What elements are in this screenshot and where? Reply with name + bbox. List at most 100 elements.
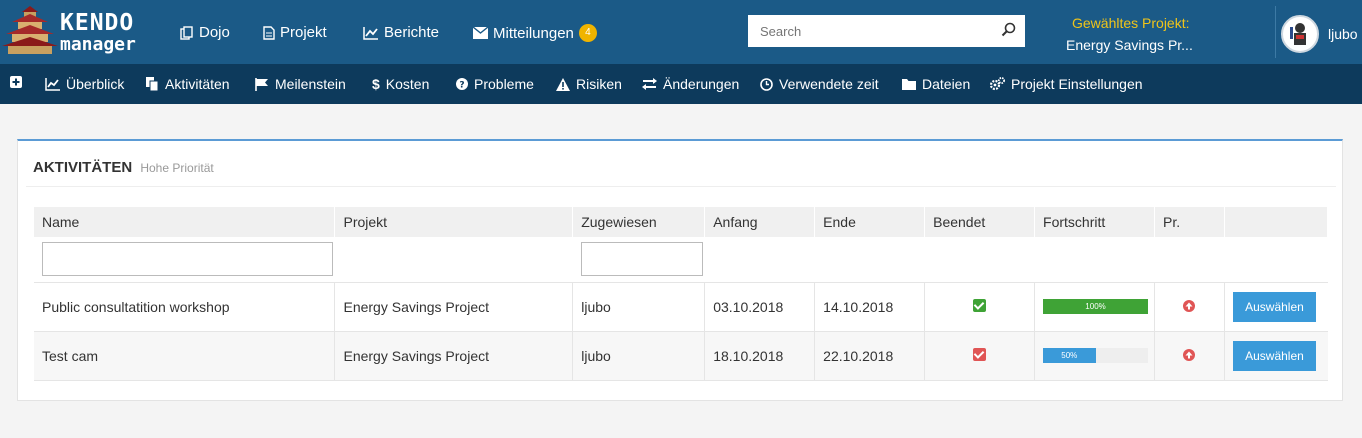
cell-action: Auswählen [1224,281,1328,331]
cell-zugewiesen: ljubo [572,330,706,381]
selected-project-name[interactable]: Energy Savings Pr... [1066,37,1193,53]
cell-anfang: 18.10.2018 [704,330,816,381]
flag-icon [255,77,268,91]
subnav-meilenstein[interactable]: Meilenstein [255,76,346,92]
subnav-dateien-label: Dateien [922,76,971,92]
logo-text-kendo: KENDO [60,10,135,36]
username[interactable]: ljubo [1328,26,1358,42]
activities-panel: AKTIVITÄTEN Hohe Priorität Name Projekt … [17,139,1343,401]
nav-projekt-label: Projekt [280,24,327,41]
col-header-name[interactable]: Name [34,207,336,237]
plus-square-icon [10,76,22,88]
nav-projekt[interactable]: Projekt [263,24,327,41]
col-header-action [1224,207,1329,237]
arrow-up-circle-icon [1183,348,1196,361]
col-header-projekt[interactable]: Projekt [334,207,574,237]
col-header-ende[interactable]: Ende [814,207,926,237]
kendo-avatar-icon [1290,23,1306,45]
user-divider [1275,6,1276,58]
col-header-beendet[interactable]: Beendet [924,207,1036,237]
logo-text-manager: manager [60,34,136,55]
nav-dojo[interactable]: Dojo [180,24,230,41]
area-chart-icon [45,77,60,91]
col-header-anfang[interactable]: Anfang [704,207,816,237]
table-header-row: Name Projekt Zugewiesen Anfang Ende Been… [34,207,1329,237]
subnav-projekt-einstellungen-label: Projekt Einstellungen [1011,76,1143,92]
cell-name: Test cam [34,330,336,381]
warning-icon [556,77,570,91]
subnav-ueberblick-label: Überblick [66,76,125,92]
panel-divider [26,186,1336,187]
file-icon [263,25,275,40]
select-button[interactable]: Auswählen [1232,340,1316,371]
cell-projekt: Energy Savings Project [334,281,574,331]
subnav-aktivitaeten[interactable]: Aktivitäten [146,76,230,92]
subnav-aktivitaeten-label: Aktivitäten [165,76,230,92]
cogs-icon [990,77,1005,91]
panel-title-text: AKTIVITÄTEN [33,159,133,176]
selected-project-label: Gewähltes Projekt: [1072,15,1190,31]
col-header-prioritaet[interactable]: Pr. [1154,207,1225,237]
search-box [748,15,1025,47]
subnav-kosten[interactable]: $ Kosten [372,76,429,92]
cell-ende: 14.10.2018 [814,281,926,331]
copy-icon [180,25,193,40]
nav-berichte[interactable]: Berichte [363,24,439,41]
filter-name-input[interactable] [42,242,333,277]
subnav-probleme[interactable]: ? Probleme [456,76,534,92]
svg-text:?: ? [459,81,464,91]
cell-projekt: Energy Savings Project [334,330,574,381]
cell-fortschritt: 50% [1034,330,1156,381]
subnav-risiken[interactable]: Risiken [556,76,622,92]
nav-mitteilungen[interactable]: Mitteilungen 4 [473,24,597,42]
arrow-up-circle-icon [1183,299,1196,312]
search-input[interactable] [748,15,988,47]
table-row[interactable]: Test cam Energy Savings Project ljubo 18… [34,330,1328,381]
cell-beendet [924,330,1036,381]
exchange-icon [642,78,657,90]
subnav-dateien[interactable]: Dateien [902,76,970,92]
nav-mitteilungen-label: Mitteilungen [493,24,574,42]
subnav-add[interactable] [10,76,22,88]
cell-beendet [924,281,1036,331]
cell-anfang: 03.10.2018 [704,281,816,331]
filter-zugewiesen-input[interactable] [580,242,703,277]
filter-row [34,237,1328,282]
kendo-manager-logo[interactable]: KENDO manager [2,4,152,58]
files-icon [146,77,159,91]
subnav-verwendete-zeit-label: Verwendete zeit [779,76,879,92]
pagoda-icon [2,6,58,54]
col-header-fortschritt[interactable]: Fortschritt [1034,207,1156,237]
envelope-icon [473,27,488,39]
subnav-ueberblick[interactable]: Überblick [45,76,124,92]
subnav-meilenstein-label: Meilenstein [275,76,346,92]
cell-ende: 22.10.2018 [814,330,926,381]
col-header-zugewiesen[interactable]: Zugewiesen [572,207,706,237]
subnav-aenderungen[interactable]: Änderungen [642,76,739,92]
avatar[interactable] [1281,15,1319,53]
subnav-kosten-label: Kosten [385,76,430,92]
panel-title: AKTIVITÄTEN Hohe Priorität [33,159,214,176]
subnav-risiken-label: Risiken [576,76,622,92]
check-notdone-icon [973,347,987,361]
cell-prioritaet [1154,330,1225,381]
notification-badge: 4 [578,24,597,42]
subnav-verwendete-zeit[interactable]: Verwendete zeit [760,76,879,92]
cell-prioritaet [1154,281,1225,331]
line-chart-icon [363,26,378,40]
progress-fill: 50% [1043,348,1096,363]
subnav-probleme-label: Probleme [474,76,534,92]
select-button[interactable]: Auswählen [1232,291,1316,322]
subnav-projekt-einstellungen[interactable]: Projekt Einstellungen [990,76,1143,92]
cell-zugewiesen: ljubo [572,281,706,331]
dollar-icon: $ [372,76,380,92]
nav-dojo-label: Dojo [199,24,230,41]
clock-icon [760,77,773,91]
table-row[interactable]: Public consultatition workshop Energy Sa… [34,281,1328,331]
activities-table: Name Projekt Zugewiesen Anfang Ende Been… [34,207,1329,381]
cell-fortschritt: 100% [1034,281,1156,331]
check-done-icon [973,298,987,312]
search-icon[interactable] [1001,22,1017,38]
folder-icon [902,79,916,90]
cell-action: Auswählen [1224,330,1328,381]
